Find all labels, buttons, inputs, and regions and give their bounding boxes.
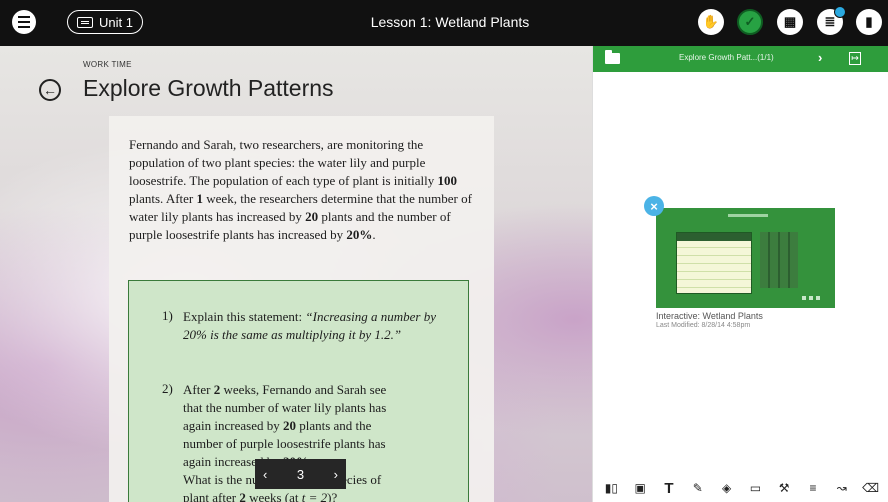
calculator-icon[interactable]: ▦	[777, 9, 803, 35]
thumbnail-date: Last Modified: 8/28/14 4:58pm	[656, 322, 751, 329]
thumbnail-dots	[802, 296, 822, 300]
question-1-number: 1)	[162, 308, 173, 323]
thumbnail-table	[676, 232, 752, 294]
image-tool-icon[interactable]: ▭	[746, 481, 764, 495]
section-label: WORK TIME	[83, 60, 132, 69]
trash-tool-icon[interactable]: ⌫	[862, 481, 880, 495]
exit-icon[interactable]: ↦	[849, 52, 861, 65]
notification-badge	[834, 6, 846, 18]
interactive-thumbnail[interactable]	[656, 208, 835, 308]
thumbnail-header-bar	[728, 214, 768, 217]
check-icon[interactable]: ✓	[737, 9, 763, 35]
page-navigator: ‹ 3 ›	[255, 459, 346, 489]
question-2-number: 2)	[162, 381, 173, 396]
lesson-content: WORK TIME ← Explore Growth Patterns Fern…	[0, 46, 592, 502]
wrench-tool-icon[interactable]: ⚒	[775, 481, 793, 495]
layout-tool-icon[interactable]: ▣	[631, 481, 649, 495]
book-icon	[77, 16, 94, 28]
menu-icon[interactable]	[12, 10, 36, 34]
close-icon[interactable]: ×	[644, 196, 664, 216]
text-tool-icon[interactable]: T	[660, 480, 678, 497]
folder-icon[interactable]	[605, 50, 620, 64]
next-page-button[interactable]: ›	[334, 467, 338, 482]
notes-icon[interactable]: ≣	[817, 6, 846, 35]
thumbnail-calculator	[760, 232, 798, 288]
thumbnail-name: Interactive: Wetland Plants	[656, 311, 763, 321]
book-tool-icon[interactable]: ▮▯	[602, 481, 620, 495]
eraser-tool-icon[interactable]: ◈	[718, 481, 736, 495]
question-1: Explain this statement: “Increasing a nu…	[183, 309, 436, 342]
page-title: Explore Growth Patterns	[83, 75, 334, 101]
unit-button[interactable]: Unit 1	[67, 10, 143, 34]
undo-tool-icon[interactable]: ↝	[833, 481, 851, 495]
arrow-right-icon[interactable]: ›	[818, 50, 822, 65]
intro-paragraph: Fernando and Sarah, two researchers, are…	[129, 137, 472, 242]
prev-page-button[interactable]: ‹	[263, 467, 267, 482]
unit-label: Unit 1	[99, 14, 133, 30]
notebook-title: Explore Growth Patt...(1/1)	[679, 53, 774, 62]
lesson-title: Lesson 1: Wetland Plants	[370, 14, 530, 30]
content-card: Fernando and Sarah, two researchers, are…	[109, 116, 494, 502]
top-bar: Unit 1 Lesson 1: Wetland Plants ✋ ✓ ▦ ≣ …	[0, 0, 888, 46]
pen-tool-icon[interactable]: ✎	[689, 481, 707, 495]
clipboard-icon[interactable]: ▮	[856, 9, 882, 35]
back-arrow-icon[interactable]: ←	[39, 79, 61, 101]
notebook-header: Explore Growth Patt...(1/1) › ↦	[593, 46, 888, 72]
list-tool-icon[interactable]: ≡	[804, 481, 822, 495]
page-number: 3	[296, 466, 305, 482]
notebook-panel: Explore Growth Patt...(1/1) › ↦ × Intera…	[592, 46, 888, 502]
notebook-toolbar: ▮▯ ▣ T ✎ ◈ ▭ ⚒ ≡ ↝ ⌫	[593, 474, 888, 502]
hand-pointer-icon[interactable]: ✋	[698, 9, 724, 35]
